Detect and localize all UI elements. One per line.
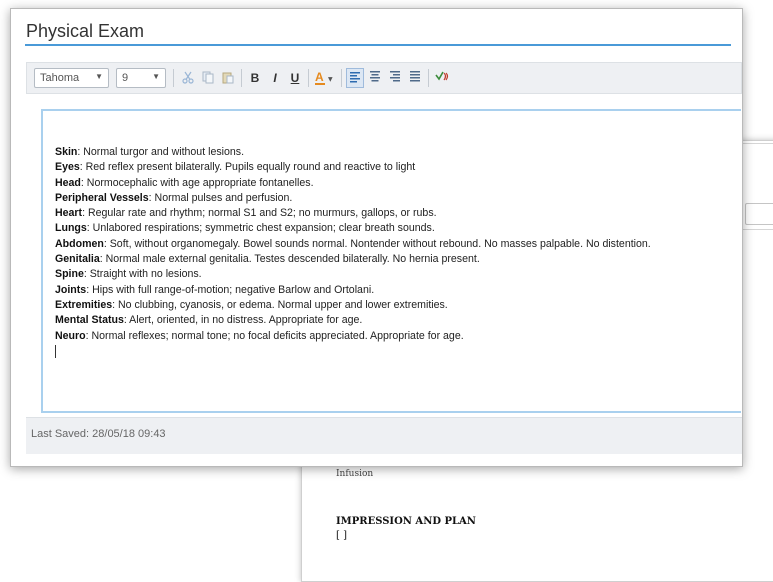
title-underline: [25, 44, 731, 46]
exam-line: Joints: Hips with full range-of-motion; …: [55, 283, 741, 298]
copy-icon: [202, 71, 214, 84]
exam-line-text: : Red reflex present bilaterally. Pupils…: [79, 161, 416, 174]
exam-text-editor[interactable]: Skin: Normal turgor and without lesions.…: [41, 109, 741, 413]
cut-icon: [182, 71, 194, 84]
exam-line-label: Neuro: [55, 329, 86, 342]
cut-button[interactable]: [179, 68, 197, 88]
exam-line-text: : Normocephalic with age appropriate fon…: [80, 176, 314, 189]
align-center-icon: [370, 71, 380, 82]
exam-line: Mental Status: Alert, oriented, in no di…: [55, 313, 741, 328]
editor-toolbar: Tahoma ▼ 9 ▼ B I U A ▼: [26, 62, 742, 94]
copy-button[interactable]: [199, 68, 217, 88]
exam-line-label: Skin: [55, 146, 78, 158]
exam-line-label: Head: [55, 176, 81, 189]
paste-button[interactable]: [219, 68, 237, 88]
status-bar: Last Saved: 28/05/18 09:43: [26, 417, 742, 454]
background-infusion-label: Infusion: [336, 469, 374, 479]
toolbar-separator: [241, 69, 242, 87]
font-color-icon: A ▼: [315, 70, 333, 85]
exam-line-label: Peripheral Vessels: [55, 191, 149, 204]
exam-line-text: : Hips with full range-of-motion; negati…: [86, 283, 375, 296]
svg-text:A: A: [315, 70, 324, 84]
editor-content: Skin: Normal turgor and without lesions.…: [55, 145, 741, 358]
exam-line-label: Genitalia: [55, 253, 100, 266]
spell-check-button[interactable]: [433, 68, 451, 88]
exam-line: Skin: Normal turgor and without lesions.: [55, 145, 741, 160]
toolbar-separator: [308, 69, 309, 87]
font-color-button[interactable]: A ▼: [313, 68, 337, 88]
exam-line: Spine: Straight with no lesions.: [55, 267, 741, 282]
align-right-button[interactable]: [386, 68, 404, 88]
text-caret: [55, 344, 56, 358]
font-family-select[interactable]: Tahoma ▼: [34, 68, 109, 88]
italic-button[interactable]: I: [266, 68, 284, 88]
exam-line: Abdomen: Soft, without organomegaly. Bow…: [55, 237, 741, 252]
exam-line-text: : Normal male external genitalia. Testes…: [99, 253, 480, 266]
align-right-icon: [390, 71, 400, 82]
exam-line: Head: Normocephalic with age appropriate…: [55, 176, 741, 191]
toolbar-separator: [428, 69, 429, 87]
paste-icon: [222, 72, 234, 84]
exam-line-text: : Unlabored respirations; symmetric ches…: [86, 222, 435, 235]
physical-exam-dialog: Physical Exam Tahoma ▼ 9 ▼ B I U A ▼ Ski…: [10, 8, 743, 467]
align-left-button[interactable]: [346, 68, 364, 88]
exam-line-label: Mental Status: [55, 314, 124, 327]
exam-line-label: Lungs: [55, 222, 87, 235]
bold-button[interactable]: B: [246, 68, 264, 88]
exam-line-text: : Normal turgor and without lesions.: [77, 146, 245, 158]
font-size-value: 9: [122, 72, 129, 84]
last-saved-text: Last Saved: 28/05/18 09:43: [31, 428, 166, 440]
exam-line-label: Eyes: [55, 161, 80, 174]
background-divider: [741, 143, 773, 144]
chevron-down-icon: ▼: [95, 72, 103, 81]
exam-line-label: Abdomen: [55, 237, 104, 250]
background-input[interactable]: [745, 203, 773, 225]
underline-button[interactable]: U: [286, 68, 304, 88]
toolbar-separator: [341, 69, 342, 87]
exam-line: Genitalia: Normal male external genitali…: [55, 252, 741, 267]
exam-line: Lungs: Unlabored respirations; symmetric…: [55, 221, 741, 236]
spell-check-icon: [435, 71, 449, 81]
toolbar-separator: [173, 69, 174, 87]
font-family-value: Tahoma: [40, 72, 80, 84]
exam-line: Neuro: Normal reflexes; normal tone; no …: [55, 329, 741, 344]
exam-line-text: : Normal pulses and perfusion.: [148, 191, 293, 204]
exam-line: Peripheral Vessels: Normal pulses and pe…: [55, 191, 741, 206]
exam-line-text: : Soft, without organomegaly. Bowel soun…: [103, 237, 651, 250]
impression-plan-heading: IMPRESSION AND PLAN: [336, 516, 476, 527]
exam-line-text: : Straight with no lesions.: [83, 268, 202, 281]
exam-line-text: : Regular rate and rhythm; normal S1 and…: [82, 207, 437, 220]
exam-line-label: Joints: [55, 283, 87, 296]
font-size-select[interactable]: 9 ▼: [116, 68, 166, 88]
exam-line: Eyes: Red reflex present bilaterally. Pu…: [55, 160, 741, 175]
exam-line: Extremities: No clubbing, cyanosis, or e…: [55, 298, 741, 313]
align-center-button[interactable]: [366, 68, 384, 88]
svg-text:▼: ▼: [328, 76, 333, 83]
dialog-title: Physical Exam: [26, 21, 145, 41]
exam-line-label: Heart: [55, 207, 83, 220]
exam-line-text: : Normal reflexes; normal tone; no focal…: [85, 329, 464, 342]
chevron-down-icon: ▼: [152, 72, 160, 81]
exam-line-text: : No clubbing, cyanosis, or edema. Norma…: [112, 298, 448, 311]
exam-line-label: Spine: [55, 268, 84, 281]
exam-line: Heart: Regular rate and rhythm; normal S…: [55, 206, 741, 221]
exam-line-text: : Alert, oriented, in no distress. Appro…: [123, 314, 363, 327]
impression-plan-value: [ ]: [336, 530, 347, 541]
exam-line-label: Extremities: [55, 298, 113, 311]
background-divider: [741, 229, 773, 230]
align-left-icon: [350, 72, 360, 83]
justify-icon: [410, 71, 420, 82]
justify-button[interactable]: [406, 68, 424, 88]
